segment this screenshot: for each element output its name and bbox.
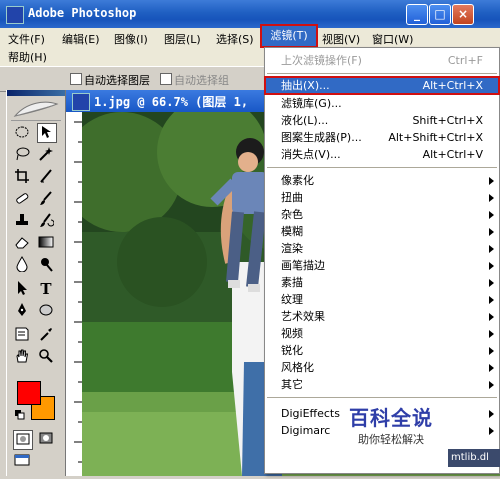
lasso-icon[interactable] — [13, 146, 31, 164]
menu-layer[interactable]: 图层(L) — [164, 31, 201, 47]
magic-wand-icon[interactable] — [37, 146, 55, 164]
shape-icon[interactable] — [37, 302, 55, 320]
submenu-arrow-icon — [489, 194, 494, 202]
submenu-arrow-icon — [489, 279, 494, 287]
menu-edit[interactable]: 编辑(E) — [62, 31, 100, 47]
toolbox-panel: T — [6, 90, 66, 476]
eyedropper-icon[interactable] — [37, 326, 55, 344]
photoshop-app-icon — [6, 6, 24, 24]
show-bounds-label: 自动选择组 — [174, 74, 229, 87]
close-button[interactable]: × — [452, 4, 474, 25]
minimize-button[interactable]: _ — [406, 4, 428, 25]
window-titlebar: Adobe Photoshop _ □ × — [0, 0, 500, 28]
submenu-arrow-icon — [489, 330, 494, 338]
history-brush-icon[interactable] — [37, 212, 55, 230]
menu-view[interactable]: 视图(V) — [322, 31, 360, 47]
menu-separator — [267, 397, 497, 398]
tool-preset-picker[interactable] — [4, 71, 44, 87]
pen-icon[interactable] — [13, 302, 31, 320]
type-icon[interactable]: T — [37, 280, 55, 298]
submenu-arrow-icon — [489, 427, 494, 435]
menu-item-artistic[interactable]: 艺术效果 — [265, 308, 499, 325]
submenu-arrow-icon — [489, 296, 494, 304]
screen-mode-icon[interactable] — [13, 452, 31, 470]
document-icon — [72, 93, 90, 111]
dodge-icon[interactable] — [37, 256, 55, 274]
submenu-arrow-icon — [489, 245, 494, 253]
menu-item-stylize[interactable]: 风格化 — [265, 359, 499, 376]
menu-select[interactable]: 选择(S) — [216, 31, 254, 47]
submenu-arrow-icon — [489, 177, 494, 185]
background-window-text: mtlib.dl — [448, 449, 500, 467]
eraser-icon[interactable] — [13, 234, 31, 252]
menu-item-extract[interactable]: 抽出(X)... Alt+Ctrl+X — [264, 76, 500, 95]
show-bounds-checkbox[interactable] — [160, 73, 172, 85]
submenu-arrow-icon — [489, 381, 494, 389]
gradient-icon[interactable] — [37, 234, 55, 252]
slice-icon[interactable] — [37, 168, 55, 186]
submenu-arrow-icon — [489, 410, 494, 418]
submenu-arrow-icon — [489, 313, 494, 321]
menu-item-blur[interactable]: 模糊 — [265, 223, 499, 240]
feather-logo-icon — [11, 98, 61, 121]
menu-file[interactable]: 文件(F) — [8, 31, 45, 47]
zoom-icon[interactable] — [37, 348, 55, 366]
path-select-icon[interactable] — [13, 280, 31, 298]
brush-icon[interactable] — [37, 190, 55, 208]
menu-filter[interactable]: 滤镜(T) — [260, 24, 318, 48]
healing-icon[interactable] — [13, 190, 31, 208]
foreground-color-swatch[interactable] — [17, 381, 41, 405]
menu-separator — [267, 73, 497, 74]
menu-help[interactable]: 帮助(H) — [8, 49, 47, 65]
menu-item-texture[interactable]: 纹理 — [265, 291, 499, 308]
menu-item-distort[interactable]: 扭曲 — [265, 189, 499, 206]
watermark-logo: 百科全说 助你轻松解决 — [338, 402, 444, 448]
default-colors-icon[interactable] — [15, 410, 25, 420]
crop-icon[interactable] — [13, 168, 31, 186]
watermark-title: 百科全说 — [349, 406, 433, 430]
submenu-arrow-icon — [489, 262, 494, 270]
menu-item-pattern-maker[interactable]: 图案生成器(P)... Alt+Shift+Ctrl+X — [265, 129, 499, 146]
blur-icon[interactable] — [13, 256, 31, 274]
menu-item-pixelate[interactable]: 像素化 — [265, 172, 499, 189]
menu-item-sketch[interactable]: 素描 — [265, 274, 499, 291]
menu-item-render[interactable]: 渲染 — [265, 240, 499, 257]
maximize-button[interactable]: □ — [429, 4, 451, 25]
standard-mode-icon[interactable] — [13, 430, 33, 450]
vertical-ruler — [66, 112, 83, 476]
stamp-icon[interactable] — [13, 212, 31, 230]
hand-icon[interactable] — [13, 348, 31, 366]
menu-item-video[interactable]: 视频 — [265, 325, 499, 342]
move-icon[interactable] — [37, 123, 57, 143]
menu-image[interactable]: 图像(I) — [114, 31, 148, 47]
submenu-arrow-icon — [489, 211, 494, 219]
auto-select-layer-checkbox[interactable] — [70, 73, 82, 85]
menu-item-filter-gallery[interactable]: 滤镜库(G)... — [265, 95, 499, 112]
submenu-arrow-icon — [489, 347, 494, 355]
watermark-subtitle: 助你轻松解决 — [358, 433, 424, 446]
auto-select-layer-label: 自动选择图层 — [84, 74, 150, 87]
notes-icon[interactable] — [13, 326, 31, 344]
menu-item-sharpen[interactable]: 锐化 — [265, 342, 499, 359]
submenu-arrow-icon — [489, 364, 494, 372]
toolbox-grip[interactable] — [7, 90, 65, 96]
menu-item-brush-strokes[interactable]: 画笔描边 — [265, 257, 499, 274]
menu-item-other[interactable]: 其它 — [265, 376, 499, 393]
menu-item-noise[interactable]: 杂色 — [265, 206, 499, 223]
window-title: Adobe Photoshop — [28, 6, 137, 20]
submenu-arrow-icon — [489, 228, 494, 236]
menu-item-last-filter: 上次滤镜操作(F) Ctrl+F — [281, 54, 483, 67]
quick-mask-icon[interactable] — [37, 430, 55, 448]
menu-item-liquify[interactable]: 液化(L)... Shift+Ctrl+X — [265, 112, 499, 129]
marquee-icon[interactable] — [13, 124, 31, 142]
document-title: 1.jpg @ 66.7% (图层 1, — [94, 95, 249, 109]
menu-window[interactable]: 窗口(W) — [372, 31, 413, 47]
menu-separator — [267, 167, 497, 168]
menu-item-vanishing-point[interactable]: 消失点(V)... Alt+Ctrl+V — [265, 146, 499, 163]
